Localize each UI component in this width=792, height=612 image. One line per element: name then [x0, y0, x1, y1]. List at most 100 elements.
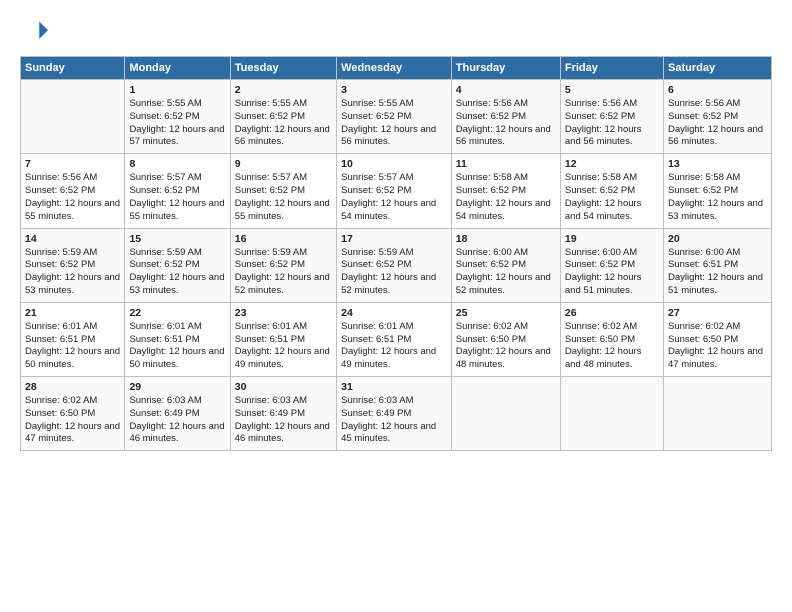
cell-content: Sunrise: 6:01 AMSunset: 6:51 PMDaylight:…	[25, 321, 120, 372]
day-cell: 7 Sunrise: 5:56 AMSunset: 6:52 PMDaylight…	[21, 154, 125, 228]
cell-content: Sunrise: 6:00 AMSunset: 6:52 PMDaylight:…	[456, 247, 556, 298]
day-number: 14	[25, 233, 120, 245]
day-cell: 12Sunrise: 5:58 AMSunset: 6:52 PMDayligh…	[560, 154, 663, 228]
day-cell: 27Sunrise: 6:02 AMSunset: 6:50 PMDayligh…	[663, 302, 771, 376]
sunset: Sunset: 6:49 PM	[129, 408, 199, 419]
sunrise: Sunrise: 6:03 AM	[129, 395, 201, 406]
sunset: Sunset: 6:52 PM	[341, 259, 411, 270]
cell-content: Sunrise: 5:59 AMSunset: 6:52 PMDaylight:…	[235, 247, 332, 298]
sunset: Sunset: 6:49 PM	[235, 408, 305, 419]
cell-content: Sunrise: 5:55 AMSunset: 6:52 PMDaylight:…	[235, 98, 332, 149]
sunrise: Sunrise: 6:02 AM	[565, 321, 637, 332]
day-number: 24	[341, 307, 447, 319]
col-header-tuesday: Tuesday	[230, 57, 336, 80]
daylight: Daylight: 12 hours and 51 minutes.	[565, 272, 642, 296]
cell-content: Sunrise: 5:56 AMSunset: 6:52 PMDaylight:…	[565, 98, 659, 149]
day-cell: 22Sunrise: 6:01 AMSunset: 6:51 PMDayligh…	[125, 302, 230, 376]
day-cell: 26 Sunrise: 6:02 AMSunset: 6:50 PMDayligh…	[560, 302, 663, 376]
day-cell: 10Sunrise: 5:57 AMSunset: 6:52 PMDayligh…	[337, 154, 452, 228]
daylight: Daylight: 12 hours and 55 minutes.	[235, 198, 330, 222]
daylight: Daylight: 12 hours and 55 minutes.	[25, 198, 120, 222]
week-row-1: 1Sunrise: 5:55 AMSunset: 6:52 PMDaylight…	[21, 80, 772, 154]
sunrise: Sunrise: 6:01 AM	[235, 321, 307, 332]
sunset: Sunset: 6:52 PM	[565, 259, 635, 270]
sunrise: Sunrise: 5:58 AM	[565, 172, 637, 183]
day-cell: 18Sunrise: 6:00 AMSunset: 6:52 PMDayligh…	[451, 228, 560, 302]
sunrise: Sunrise: 5:58 AM	[668, 172, 740, 183]
day-number: 19	[565, 233, 659, 245]
sunrise: Sunrise: 5:59 AM	[341, 247, 413, 258]
sunrise: Sunrise: 6:00 AM	[565, 247, 637, 258]
day-number: 4	[456, 84, 556, 96]
daylight: Daylight: 12 hours and 57 minutes.	[129, 124, 224, 148]
sunrise: Sunrise: 6:00 AM	[668, 247, 740, 258]
week-row-3: 14Sunrise: 5:59 AMSunset: 6:52 PMDayligh…	[21, 228, 772, 302]
sunset: Sunset: 6:52 PM	[456, 185, 526, 196]
day-cell: 8Sunrise: 5:57 AMSunset: 6:52 PMDaylight…	[125, 154, 230, 228]
sunset: Sunset: 6:52 PM	[668, 111, 738, 122]
col-header-wednesday: Wednesday	[337, 57, 452, 80]
logo	[20, 18, 52, 46]
cell-content: Sunrise: 6:01 AMSunset: 6:51 PMDaylight:…	[129, 321, 225, 372]
sunrise: Sunrise: 5:56 AM	[668, 98, 740, 109]
cell-content: Sunrise: 6:00 AMSunset: 6:52 PM Daylight:…	[565, 247, 659, 298]
day-cell: 17Sunrise: 5:59 AMSunset: 6:52 PMDayligh…	[337, 228, 452, 302]
day-number: 7	[25, 158, 120, 170]
sunset: Sunset: 6:50 PM	[456, 334, 526, 345]
cell-content: Sunrise: 6:02 AMSunset: 6:50 PMDaylight:…	[565, 321, 659, 372]
sunrise: Sunrise: 5:56 AM	[456, 98, 528, 109]
day-number: 21	[25, 307, 120, 319]
cell-content: Sunrise: 5:56 AMSunset: 6:52 PMDaylight:…	[25, 172, 120, 223]
day-number: 13	[668, 158, 767, 170]
day-number: 11	[456, 158, 556, 170]
day-cell	[451, 377, 560, 451]
sunset: Sunset: 6:52 PM	[456, 259, 526, 270]
sunset: Sunset: 6:52 PM	[456, 111, 526, 122]
sunset: Sunset: 6:52 PM	[565, 185, 635, 196]
day-number: 28	[25, 381, 120, 393]
day-cell: 30Sunrise: 6:03 AMSunset: 6:49 PMDayligh…	[230, 377, 336, 451]
page: SundayMondayTuesdayWednesdayThursdayFrid…	[0, 0, 792, 612]
cell-content: Sunrise: 6:03 AMSunset: 6:49 PMDaylight:…	[129, 395, 225, 446]
day-cell: 23Sunrise: 6:01 AMSunset: 6:51 PMDayligh…	[230, 302, 336, 376]
day-number: 26	[565, 307, 659, 319]
sunrise: Sunrise: 5:59 AM	[235, 247, 307, 258]
daylight: Daylight: 12 hours and 53 minutes.	[129, 272, 224, 296]
daylight: Daylight: 12 hours and 53 minutes.	[668, 198, 763, 222]
daylight: Daylight: 12 hours and 52 minutes.	[341, 272, 436, 296]
sunset: Sunset: 6:49 PM	[341, 408, 411, 419]
col-header-friday: Friday	[560, 57, 663, 80]
col-header-monday: Monday	[125, 57, 230, 80]
daylight: Daylight: 12 hours and 56 minutes.	[565, 124, 642, 148]
daylight: Daylight: 12 hours and 52 minutes.	[235, 272, 330, 296]
week-row-5: 28Sunrise: 6:02 AMSunset: 6:50 PMDayligh…	[21, 377, 772, 451]
day-number: 2	[235, 84, 332, 96]
day-cell: 21 Sunrise: 6:01 AMSunset: 6:51 PMDayligh…	[21, 302, 125, 376]
sunrise: Sunrise: 5:55 AM	[235, 98, 307, 109]
day-cell: 25Sunrise: 6:02 AMSunset: 6:50 PMDayligh…	[451, 302, 560, 376]
sunrise: Sunrise: 6:00 AM	[456, 247, 528, 258]
cell-content: Sunrise: 6:02 AMSunset: 6:50 PMDaylight:…	[668, 321, 767, 372]
daylight: Daylight: 12 hours and 56 minutes.	[341, 124, 436, 148]
day-cell: 11 Sunrise: 5:58 AMSunset: 6:52 PMDayligh…	[451, 154, 560, 228]
daylight: Daylight: 12 hours and 49 minutes.	[235, 346, 330, 370]
daylight: Daylight: 12 hours and 55 minutes.	[129, 198, 224, 222]
day-cell: 15Sunrise: 5:59 AMSunset: 6:52 PMDayligh…	[125, 228, 230, 302]
cell-content: Sunrise: 5:57 AMSunset: 6:52 PMDaylight:…	[235, 172, 332, 223]
sunrise: Sunrise: 6:03 AM	[341, 395, 413, 406]
day-cell: 3Sunrise: 5:55 AMSunset: 6:52 PMDaylight…	[337, 80, 452, 154]
cell-content: Sunrise: 5:59 AMSunset: 6:52 PMDaylight:…	[129, 247, 225, 298]
daylight: Daylight: 12 hours and 48 minutes.	[565, 346, 642, 370]
daylight: Daylight: 12 hours and 47 minutes.	[668, 346, 763, 370]
day-number: 31	[341, 381, 447, 393]
cell-content: Sunrise: 5:55 AMSunset: 6:52 PMDaylight:…	[129, 98, 225, 149]
sunset: Sunset: 6:52 PM	[129, 111, 199, 122]
daylight: Daylight: 12 hours and 56 minutes.	[235, 124, 330, 148]
day-cell: 16Sunrise: 5:59 AMSunset: 6:52 PMDayligh…	[230, 228, 336, 302]
day-cell: 29Sunrise: 6:03 AMSunset: 6:49 PMDayligh…	[125, 377, 230, 451]
cell-content: Sunrise: 5:58 AMSunset: 6:52 PMDaylight:…	[456, 172, 556, 223]
sunrise: Sunrise: 6:01 AM	[341, 321, 413, 332]
sunset: Sunset: 6:52 PM	[129, 259, 199, 270]
daylight: Daylight: 12 hours and 50 minutes.	[25, 346, 120, 370]
calendar-table: SundayMondayTuesdayWednesdayThursdayFrid…	[20, 56, 772, 451]
